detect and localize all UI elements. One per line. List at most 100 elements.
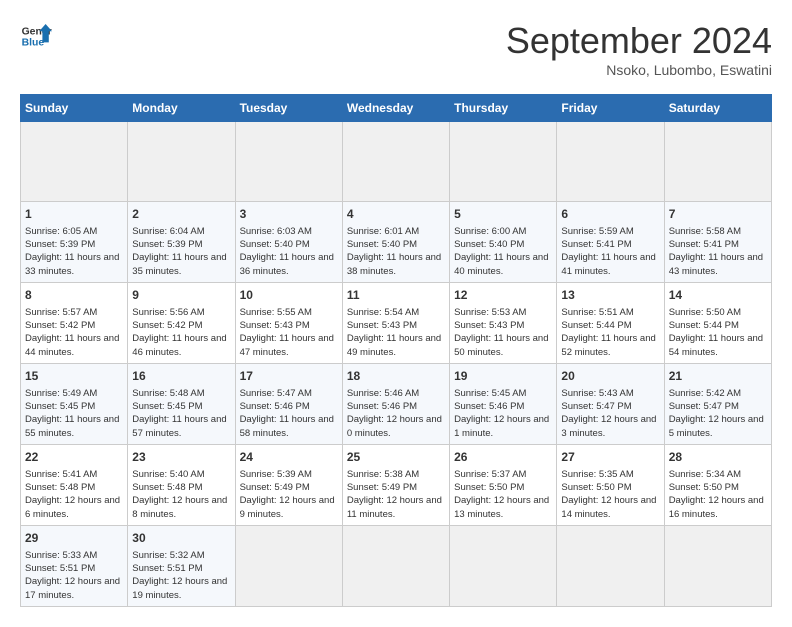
sunrise-text: Sunrise: 6:00 AM xyxy=(454,226,526,237)
calendar-day-cell: 17 Sunrise: 5:47 AM Sunset: 5:46 PM Dayl… xyxy=(235,363,342,444)
calendar-day-cell: 30 Sunrise: 5:32 AM Sunset: 5:51 PM Dayl… xyxy=(128,525,235,606)
daylight-text: Daylight: 11 hours and 43 minutes. xyxy=(669,252,763,276)
day-of-week-header: Wednesday xyxy=(342,95,449,122)
day-number: 19 xyxy=(454,368,552,385)
calendar-day-cell: 18 Sunrise: 5:46 AM Sunset: 5:46 PM Dayl… xyxy=(342,363,449,444)
day-number: 11 xyxy=(347,287,445,304)
day-number: 28 xyxy=(669,449,767,466)
logo-icon: General Blue xyxy=(20,20,52,52)
sunset-text: Sunset: 5:49 PM xyxy=(240,482,310,493)
day-number: 22 xyxy=(25,449,123,466)
daylight-text: Daylight: 12 hours and 0 minutes. xyxy=(347,414,442,438)
sunrise-text: Sunrise: 6:05 AM xyxy=(25,226,97,237)
day-number: 5 xyxy=(454,206,552,223)
daylight-text: Daylight: 11 hours and 41 minutes. xyxy=(561,252,655,276)
sunrise-text: Sunrise: 5:57 AM xyxy=(25,307,97,318)
day-number: 16 xyxy=(132,368,230,385)
sunset-text: Sunset: 5:41 PM xyxy=(561,239,631,250)
sunrise-text: Sunrise: 5:58 AM xyxy=(669,226,741,237)
daylight-text: Daylight: 12 hours and 19 minutes. xyxy=(132,576,227,600)
calendar-day-cell: 8 Sunrise: 5:57 AM Sunset: 5:42 PM Dayli… xyxy=(21,282,128,363)
calendar-day-cell xyxy=(557,525,664,606)
calendar-day-cell xyxy=(664,525,771,606)
sunset-text: Sunset: 5:40 PM xyxy=(454,239,524,250)
sunrise-text: Sunrise: 5:33 AM xyxy=(25,550,97,561)
calendar-day-cell: 22 Sunrise: 5:41 AM Sunset: 5:48 PM Dayl… xyxy=(21,444,128,525)
daylight-text: Daylight: 12 hours and 1 minute. xyxy=(454,414,549,438)
day-of-week-header: Sunday xyxy=(21,95,128,122)
calendar-week-row: 15 Sunrise: 5:49 AM Sunset: 5:45 PM Dayl… xyxy=(21,363,772,444)
calendar-day-cell: 21 Sunrise: 5:42 AM Sunset: 5:47 PM Dayl… xyxy=(664,363,771,444)
day-number: 15 xyxy=(25,368,123,385)
sunset-text: Sunset: 5:50 PM xyxy=(669,482,739,493)
sunrise-text: Sunrise: 5:43 AM xyxy=(561,388,633,399)
day-number: 20 xyxy=(561,368,659,385)
sunrise-text: Sunrise: 5:38 AM xyxy=(347,469,419,480)
calendar-day-cell: 27 Sunrise: 5:35 AM Sunset: 5:50 PM Dayl… xyxy=(557,444,664,525)
calendar-day-cell xyxy=(342,122,449,202)
sunrise-text: Sunrise: 5:50 AM xyxy=(669,307,741,318)
sunset-text: Sunset: 5:43 PM xyxy=(240,320,310,331)
day-number: 7 xyxy=(669,206,767,223)
sunrise-text: Sunrise: 5:41 AM xyxy=(25,469,97,480)
calendar-day-cell xyxy=(557,122,664,202)
sunset-text: Sunset: 5:47 PM xyxy=(561,401,631,412)
daylight-text: Daylight: 12 hours and 6 minutes. xyxy=(25,495,120,519)
sunset-text: Sunset: 5:40 PM xyxy=(347,239,417,250)
daylight-text: Daylight: 12 hours and 9 minutes. xyxy=(240,495,335,519)
daylight-text: Daylight: 11 hours and 46 minutes. xyxy=(132,333,226,357)
calendar-header-row: SundayMondayTuesdayWednesdayThursdayFrid… xyxy=(21,95,772,122)
day-number: 10 xyxy=(240,287,338,304)
daylight-text: Daylight: 12 hours and 11 minutes. xyxy=(347,495,442,519)
day-number: 27 xyxy=(561,449,659,466)
daylight-text: Daylight: 11 hours and 57 minutes. xyxy=(132,414,226,438)
sunset-text: Sunset: 5:50 PM xyxy=(454,482,524,493)
sunset-text: Sunset: 5:45 PM xyxy=(25,401,95,412)
calendar-day-cell: 12 Sunrise: 5:53 AM Sunset: 5:43 PM Dayl… xyxy=(450,282,557,363)
calendar-day-cell xyxy=(664,122,771,202)
sunset-text: Sunset: 5:44 PM xyxy=(669,320,739,331)
calendar-day-cell xyxy=(128,122,235,202)
day-number: 30 xyxy=(132,530,230,547)
day-number: 18 xyxy=(347,368,445,385)
sunset-text: Sunset: 5:44 PM xyxy=(561,320,631,331)
daylight-text: Daylight: 11 hours and 40 minutes. xyxy=(454,252,548,276)
calendar-table: SundayMondayTuesdayWednesdayThursdayFrid… xyxy=(20,94,772,607)
sunrise-text: Sunrise: 5:53 AM xyxy=(454,307,526,318)
sunrise-text: Sunrise: 5:39 AM xyxy=(240,469,312,480)
sunset-text: Sunset: 5:45 PM xyxy=(132,401,202,412)
daylight-text: Daylight: 11 hours and 33 minutes. xyxy=(25,252,119,276)
daylight-text: Daylight: 11 hours and 49 minutes. xyxy=(347,333,441,357)
calendar-day-cell: 10 Sunrise: 5:55 AM Sunset: 5:43 PM Dayl… xyxy=(235,282,342,363)
sunset-text: Sunset: 5:40 PM xyxy=(240,239,310,250)
daylight-text: Daylight: 11 hours and 52 minutes. xyxy=(561,333,655,357)
calendar-day-cell: 26 Sunrise: 5:37 AM Sunset: 5:50 PM Dayl… xyxy=(450,444,557,525)
sunset-text: Sunset: 5:51 PM xyxy=(132,563,202,574)
calendar-week-row: 29 Sunrise: 5:33 AM Sunset: 5:51 PM Dayl… xyxy=(21,525,772,606)
calendar-day-cell: 11 Sunrise: 5:54 AM Sunset: 5:43 PM Dayl… xyxy=(342,282,449,363)
sunrise-text: Sunrise: 5:59 AM xyxy=(561,226,633,237)
daylight-text: Daylight: 11 hours and 50 minutes. xyxy=(454,333,548,357)
day-number: 6 xyxy=(561,206,659,223)
sunset-text: Sunset: 5:43 PM xyxy=(454,320,524,331)
day-of-week-header: Tuesday xyxy=(235,95,342,122)
calendar-day-cell: 4 Sunrise: 6:01 AM Sunset: 5:40 PM Dayli… xyxy=(342,202,449,283)
day-number: 1 xyxy=(25,206,123,223)
sunrise-text: Sunrise: 5:49 AM xyxy=(25,388,97,399)
day-number: 4 xyxy=(347,206,445,223)
sunrise-text: Sunrise: 5:55 AM xyxy=(240,307,312,318)
sunrise-text: Sunrise: 6:04 AM xyxy=(132,226,204,237)
calendar-day-cell: 3 Sunrise: 6:03 AM Sunset: 5:40 PM Dayli… xyxy=(235,202,342,283)
sunset-text: Sunset: 5:48 PM xyxy=(25,482,95,493)
day-number: 9 xyxy=(132,287,230,304)
day-of-week-header: Friday xyxy=(557,95,664,122)
calendar-day-cell: 19 Sunrise: 5:45 AM Sunset: 5:46 PM Dayl… xyxy=(450,363,557,444)
sunset-text: Sunset: 5:50 PM xyxy=(561,482,631,493)
calendar-day-cell: 6 Sunrise: 5:59 AM Sunset: 5:41 PM Dayli… xyxy=(557,202,664,283)
day-number: 12 xyxy=(454,287,552,304)
calendar-day-cell: 15 Sunrise: 5:49 AM Sunset: 5:45 PM Dayl… xyxy=(21,363,128,444)
sunset-text: Sunset: 5:46 PM xyxy=(240,401,310,412)
sunset-text: Sunset: 5:42 PM xyxy=(132,320,202,331)
sunset-text: Sunset: 5:43 PM xyxy=(347,320,417,331)
day-number: 2 xyxy=(132,206,230,223)
